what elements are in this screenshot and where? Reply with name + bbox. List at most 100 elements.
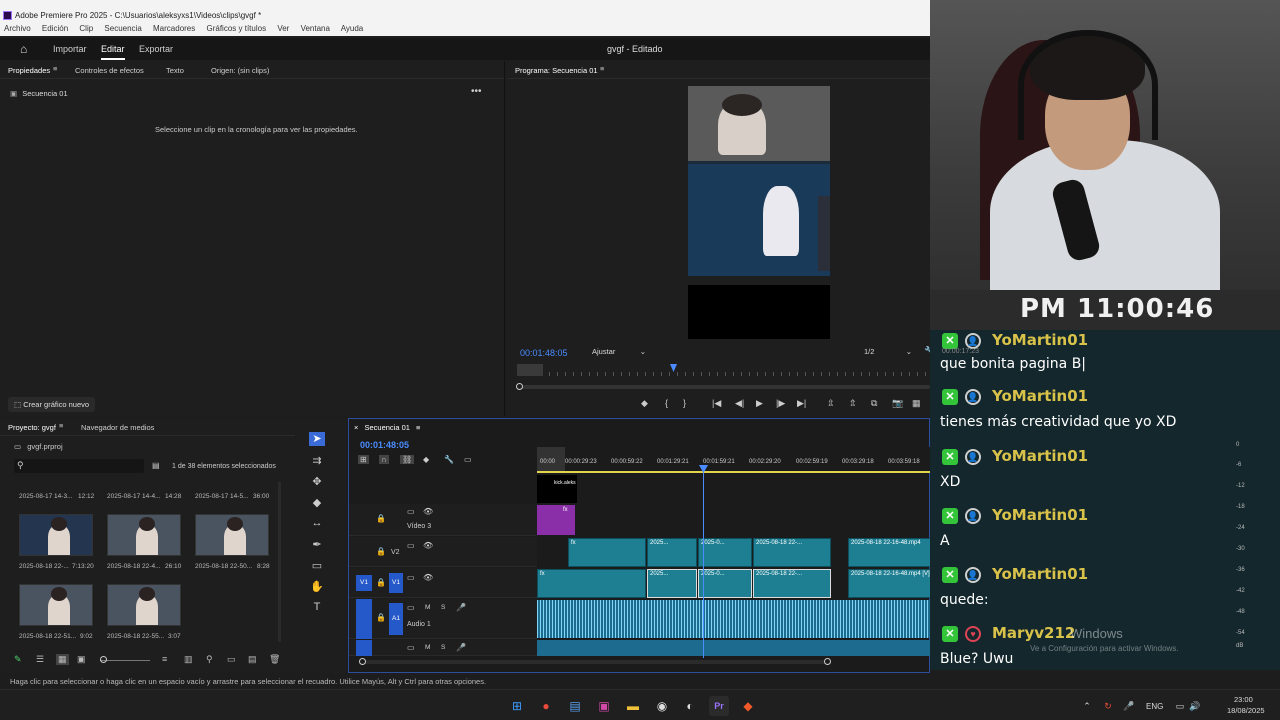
clip-v1-3[interactable]: 2025-0... bbox=[698, 569, 752, 598]
target-v1[interactable]: V1 bbox=[389, 573, 403, 593]
zoom-slider[interactable] bbox=[100, 660, 150, 661]
step-forward-icon[interactable]: |▶ bbox=[776, 398, 785, 409]
pen-icon[interactable]: ✒ bbox=[309, 538, 325, 552]
clip-v2-2[interactable]: 2025... bbox=[647, 538, 697, 567]
selection-tool-icon[interactable]: ➤ bbox=[309, 432, 325, 446]
automate-icon[interactable]: ▥ bbox=[184, 654, 193, 665]
trash-icon[interactable]: 🗑 bbox=[269, 654, 280, 665]
go-to-out-icon[interactable]: ▶| bbox=[797, 398, 806, 409]
media-item-caption-name[interactable]: 2025-08-18 22-55... bbox=[107, 633, 164, 640]
track-header-a2[interactable]: ▭ M S 🎤 bbox=[349, 640, 537, 656]
volume-icon[interactable]: 🔊 bbox=[1185, 696, 1205, 716]
media-thumbnail[interactable] bbox=[107, 514, 181, 556]
taskbar-date[interactable]: 18/08/2025 bbox=[1227, 706, 1265, 715]
ripple-edit-icon[interactable]: ✥ bbox=[309, 475, 325, 489]
linked-selection-icon[interactable]: ⛓ bbox=[400, 455, 415, 464]
target-a1[interactable]: A1 bbox=[389, 603, 403, 635]
close-icon[interactable]: × bbox=[354, 423, 358, 432]
new-graphic-button[interactable]: ⬚ Crear gráfico nuevo bbox=[8, 397, 96, 412]
solo-button[interactable]: S bbox=[441, 644, 445, 651]
tab-texto[interactable]: Texto bbox=[166, 66, 184, 75]
media-thumbnail[interactable] bbox=[195, 514, 269, 556]
zoom-scroll-right-handle[interactable] bbox=[824, 658, 831, 665]
track-header-v2[interactable]: 🔒 V2 ▭ 👁 bbox=[349, 537, 537, 567]
file-explorer-icon[interactable]: ▬ bbox=[623, 696, 643, 716]
project-search-input[interactable]: ⚲ bbox=[14, 459, 144, 473]
monitor-timeruler[interactable] bbox=[517, 364, 930, 376]
new-bin-icon[interactable]: ▭ bbox=[227, 654, 236, 665]
type-tool-icon[interactable]: T bbox=[309, 601, 325, 615]
mark-in-icon[interactable]: { bbox=[665, 398, 668, 408]
media-item-caption-name[interactable]: 2025-08-18 22-51... bbox=[19, 633, 76, 640]
edit-tab[interactable]: Editar bbox=[101, 44, 125, 60]
lift-icon[interactable]: ⇫ bbox=[827, 398, 835, 409]
lock-icon[interactable]: 🔒 bbox=[376, 613, 386, 622]
clip-v2-4[interactable]: 2025-08-18 22-... bbox=[753, 538, 831, 567]
sync-icon[interactable]: ▭ bbox=[407, 643, 415, 652]
bin-icon[interactable]: ▤ bbox=[152, 461, 160, 470]
zoom-scroll-left-handle[interactable] bbox=[359, 658, 366, 665]
media-thumbnail[interactable] bbox=[107, 584, 181, 626]
taskbar-time[interactable]: 23:00 bbox=[1234, 695, 1253, 704]
microphone-icon[interactable]: 🎤 bbox=[456, 603, 466, 612]
zoom-handle[interactable] bbox=[516, 383, 523, 390]
language-indicator[interactable]: ENG bbox=[1146, 702, 1163, 711]
sort-icon[interactable]: ≡ bbox=[162, 654, 167, 664]
clip-v2-1[interactable]: fx bbox=[568, 538, 646, 567]
compare-icon[interactable]: ⧉ bbox=[871, 398, 877, 409]
microphone-tray-icon[interactable]: 🎤 bbox=[1119, 696, 1139, 716]
menu-ayuda[interactable]: Ayuda bbox=[341, 24, 364, 33]
extract-icon[interactable]: ⇬ bbox=[849, 398, 857, 409]
track-name-v3[interactable]: Vídeo 3 bbox=[407, 523, 431, 530]
camera-icon[interactable]: 📷 bbox=[892, 398, 903, 409]
source-patch-a1[interactable] bbox=[356, 599, 372, 639]
media-item-caption-name[interactable]: 2025-08-17 14-5... bbox=[195, 493, 248, 500]
timeline-zoom-scroll[interactable] bbox=[359, 658, 831, 665]
source-patch-a2[interactable] bbox=[356, 640, 372, 656]
chrome-icon[interactable]: ● bbox=[536, 696, 556, 716]
timeline-menu-icon[interactable]: ≡ bbox=[416, 423, 420, 432]
media-item-caption-name[interactable]: 2025-08-18 22-50... bbox=[195, 563, 252, 570]
eye-icon[interactable]: 👁 bbox=[423, 573, 433, 582]
tab-controles-efectos[interactable]: Controles de efectos bbox=[75, 66, 144, 75]
track-header-a1[interactable]: 🔒 A1 ▭ M S 🎤 Audio 1 bbox=[349, 599, 537, 639]
app-icon[interactable]: ◐ bbox=[680, 696, 700, 716]
razor-icon[interactable]: ◆ bbox=[309, 496, 325, 510]
program-timecode[interactable]: 00:01:48:05 bbox=[520, 348, 568, 358]
fit-dropdown[interactable]: Ajustar ⌄ bbox=[592, 347, 648, 358]
go-to-in-icon[interactable]: |◀ bbox=[712, 398, 721, 409]
source-patch-v1[interactable]: V1 bbox=[356, 575, 372, 591]
track-header-v3[interactable]: 🔒 ▭ 👁 Vídeo 3 bbox=[349, 504, 537, 536]
media-item-caption-name[interactable]: 2025-08-18 22-4... bbox=[107, 563, 160, 570]
clip-v2-3[interactable]: 2025-0... bbox=[698, 538, 752, 567]
play-icon[interactable]: ▶ bbox=[756, 398, 763, 409]
media-thumbnail[interactable] bbox=[19, 584, 93, 626]
chevron-up-icon[interactable]: ⌃ bbox=[1077, 696, 1097, 716]
resolution-dropdown[interactable]: 1/2 ⌄ bbox=[864, 347, 914, 358]
track-select-icon[interactable]: ⇉ bbox=[309, 454, 325, 468]
sync-icon[interactable]: ▭ bbox=[407, 507, 415, 516]
project-scrollbar[interactable] bbox=[278, 482, 281, 642]
clip-v1-1[interactable]: fx bbox=[537, 569, 646, 598]
monitor-zoom-bar[interactable] bbox=[516, 383, 930, 390]
monitor-playhead[interactable] bbox=[670, 364, 677, 372]
audio-clip-a2[interactable] bbox=[537, 640, 931, 656]
media-thumbnail[interactable] bbox=[19, 514, 93, 556]
multicam-icon[interactable]: ▦ bbox=[912, 398, 921, 409]
obs-icon[interactable]: ◉ bbox=[652, 696, 672, 716]
snap-icon[interactable]: ∩ bbox=[379, 455, 389, 464]
icon-view-icon[interactable]: ▦ bbox=[56, 654, 69, 665]
solo-button[interactable]: S bbox=[441, 604, 445, 611]
tab-menu-icon[interactable]: ≡ bbox=[53, 64, 57, 73]
app-icon[interactable]: ▣ bbox=[594, 696, 614, 716]
add-marker-icon[interactable]: ◆ bbox=[423, 455, 429, 464]
find-icon[interactable]: ⚲ bbox=[206, 654, 213, 665]
menu-graficos[interactable]: Gráficos y títulos bbox=[207, 24, 267, 33]
menu-marcadores[interactable]: Marcadores bbox=[153, 24, 195, 33]
timeline-ruler[interactable]: 00:00 00:00:29:23 00:00:59:22 00:01:29:2… bbox=[537, 447, 931, 473]
eye-icon[interactable]: 👁 bbox=[423, 507, 433, 516]
clip-v3-graphic[interactable]: fx bbox=[537, 505, 575, 535]
step-back-icon[interactable]: ◀| bbox=[735, 398, 744, 409]
clip-v4-kick[interactable]: kick.aleks bbox=[537, 475, 577, 503]
menu-secuencia[interactable]: Secuencia bbox=[104, 24, 141, 33]
